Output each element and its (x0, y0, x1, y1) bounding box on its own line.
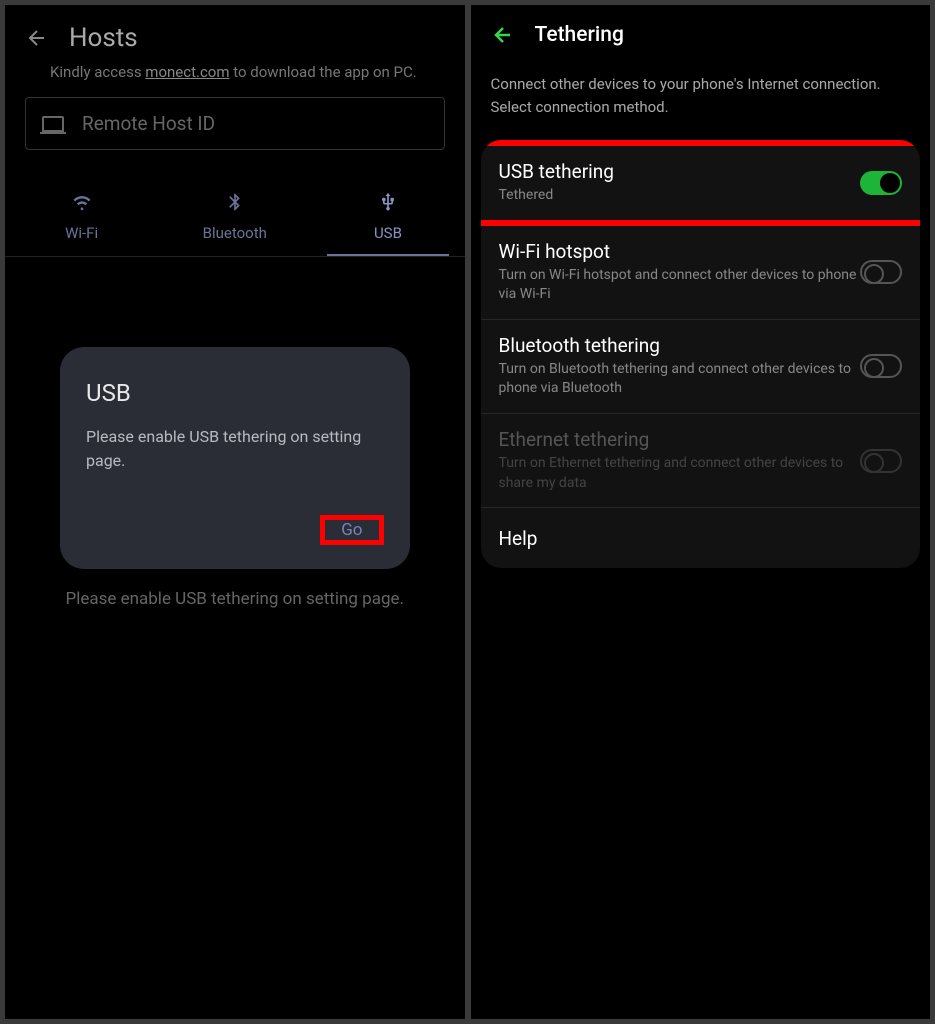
tab-label: Bluetooth (203, 224, 267, 242)
tethering-description: Connect other devices to your phone's In… (471, 65, 931, 140)
setting-title: Bluetooth tethering (499, 334, 861, 357)
tab-label: Wi-Fi (65, 224, 98, 242)
setting-title: Wi-Fi hotspot (499, 240, 861, 263)
download-hint: Kindly access monect.com to download the… (5, 63, 465, 97)
setting-subtitle: Tethered (499, 186, 861, 206)
toggle-switch[interactable] (860, 171, 902, 195)
setting-text: Ethernet tethering Turn on Ethernet teth… (499, 428, 861, 493)
wifi-icon (70, 190, 94, 214)
setting-help[interactable]: Help (481, 508, 921, 568)
setting-title: Ethernet tethering (499, 428, 861, 451)
setting-text: Help (499, 527, 903, 550)
usb-dialog: USB Please enable USB tethering on setti… (60, 347, 410, 569)
hosts-panel: Hosts Kindly access monect.com to downlo… (5, 5, 465, 1019)
tab-wifi[interactable]: Wi-Fi (5, 190, 158, 256)
dialog-actions: Go (86, 515, 384, 545)
back-arrow-icon[interactable] (25, 26, 49, 50)
hint-suffix: to download the app on PC. (230, 63, 417, 81)
setting-text: USB tethering Tethered (499, 160, 861, 206)
go-button[interactable]: Go (325, 510, 378, 550)
connection-tabs: Wi-Fi Bluetooth USB (5, 170, 465, 257)
dialog-text: Please enable USB tethering on setting p… (86, 425, 384, 473)
dialog-title: USB (86, 379, 384, 407)
setting-usb-tethering[interactable]: USB tethering Tethered (481, 146, 921, 220)
setting-text: Wi-Fi hotspot Turn on Wi-Fi hotspot and … (499, 240, 861, 305)
setting-subtitle: Turn on Bluetooth tethering and connect … (499, 360, 861, 399)
hosts-header: Hosts (5, 5, 465, 63)
toggle-switch[interactable] (860, 354, 902, 378)
setting-title: USB tethering (499, 160, 861, 183)
setting-subtitle: Turn on Ethernet tethering and connect o… (499, 454, 861, 493)
bluetooth-icon (223, 190, 247, 214)
tethering-header: Tethering (471, 5, 931, 65)
bottom-hint: Please enable USB tethering on setting p… (5, 589, 465, 609)
tab-usb[interactable]: USB (311, 190, 464, 256)
tab-label: USB (374, 224, 402, 242)
tab-bluetooth[interactable]: Bluetooth (158, 190, 311, 256)
remote-host-input[interactable]: Remote Host ID (25, 97, 445, 150)
usb-icon (376, 190, 400, 214)
laptop-icon (42, 116, 64, 132)
setting-ethernet-tethering: Ethernet tethering Turn on Ethernet teth… (481, 414, 921, 508)
setting-title: Help (499, 527, 903, 550)
setting-bluetooth-tethering[interactable]: Bluetooth tethering Turn on Bluetooth te… (481, 320, 921, 414)
setting-text: Bluetooth tethering Turn on Bluetooth te… (499, 334, 861, 399)
setting-subtitle: Turn on Wi-Fi hotspot and connect other … (499, 266, 861, 305)
settings-list: USB tethering Tethered Wi-Fi hotspot Tur… (481, 140, 921, 568)
back-arrow-icon[interactable] (491, 23, 515, 47)
tethering-panel: Tethering Connect other devices to your … (471, 5, 931, 1019)
hint-link[interactable]: monect.com (145, 63, 229, 81)
usb-tethering-highlight: USB tethering Tethered (481, 140, 921, 226)
hint-prefix: Kindly access (50, 63, 145, 81)
setting-wifi-hotspot[interactable]: Wi-Fi hotspot Turn on Wi-Fi hotspot and … (481, 226, 921, 320)
toggle-switch (860, 449, 902, 473)
page-title: Hosts (69, 23, 138, 53)
input-placeholder: Remote Host ID (82, 112, 215, 135)
toggle-switch[interactable] (860, 260, 902, 284)
page-title: Tethering (535, 23, 624, 47)
go-highlight: Go (320, 515, 383, 545)
